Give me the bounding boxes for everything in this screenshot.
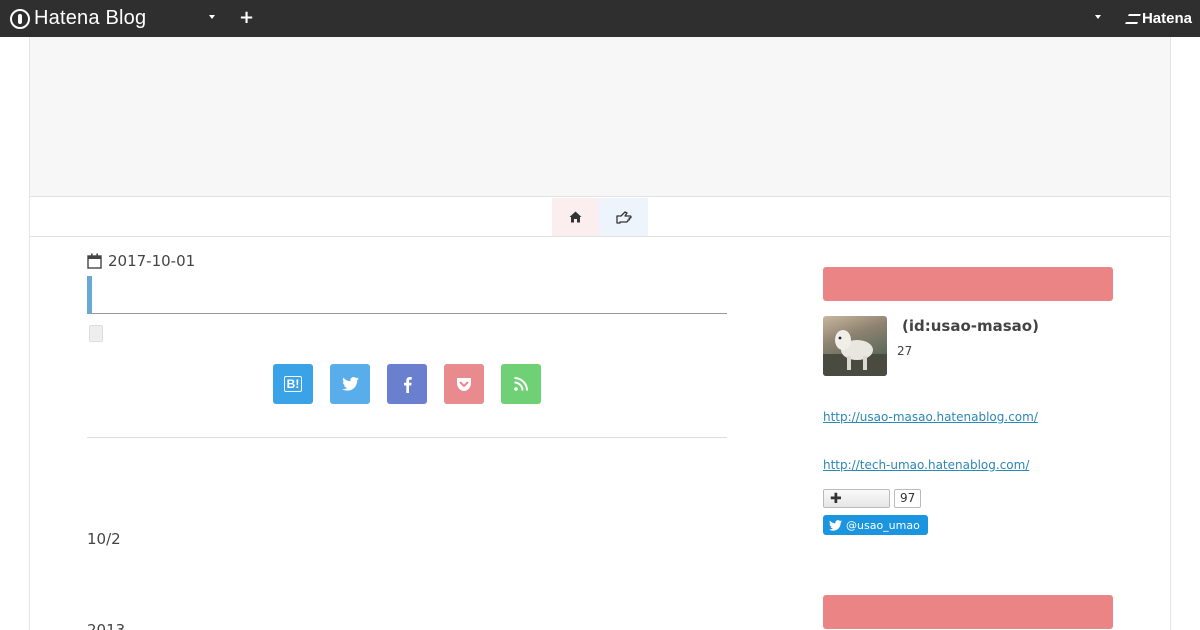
share-pocket-button[interactable] [444, 364, 484, 404]
twitter-icon [341, 377, 359, 391]
sidebar-profile-header [823, 267, 1113, 301]
hand-pointer-icon [615, 211, 632, 224]
sidebar-link-tech-umao[interactable]: http://tech-umao.hatenablog.com/ [823, 458, 1029, 472]
hatena-blog-logo[interactable]: Hatena Blog [10, 7, 146, 30]
entry-date[interactable]: 2017-10-01 [87, 252, 195, 270]
new-post-button[interactable]: + [239, 7, 254, 29]
share-buttons: B! [273, 364, 541, 404]
hatena-blog-logo-icon [10, 8, 30, 29]
blog-menu-dropdown-icon[interactable] [209, 15, 215, 19]
brand-name: Hatena Blog [34, 7, 147, 29]
entry-body-line: 2013 [87, 621, 126, 630]
hatena-mark-icon [1125, 13, 1141, 24]
plus-icon: ✚ [830, 490, 842, 507]
nav-pickup-button[interactable] [599, 198, 648, 236]
rss-icon [514, 377, 528, 391]
twitter-follow-button[interactable]: @usao_umao [823, 515, 928, 535]
entry-category-chip[interactable] [89, 325, 103, 342]
home-icon [569, 211, 582, 223]
blog-header [30, 37, 1170, 197]
sidebar-link-usao-masao[interactable]: http://usao-masao.hatenablog.com/ [823, 410, 1038, 424]
profile-count: 27 [897, 344, 913, 358]
avatar[interactable] [823, 316, 887, 376]
profile-id[interactable]: (id:usao-masao) [902, 317, 1039, 335]
share-facebook-button[interactable] [387, 364, 427, 404]
calendar-icon [87, 253, 102, 269]
subscribe-feed-button[interactable] [501, 364, 541, 404]
user-menu-dropdown-icon[interactable] [1095, 15, 1101, 19]
hatena-text: Hatena [1141, 10, 1192, 27]
twitter-icon [829, 519, 842, 531]
facebook-icon [403, 376, 412, 393]
hatena-link[interactable]: Hatena [1125, 10, 1192, 27]
follower-count: 97 [894, 489, 922, 508]
nav-home-button[interactable] [552, 198, 599, 236]
global-nav [30, 198, 1170, 237]
share-twitter-button[interactable] [330, 364, 370, 404]
pocket-icon [457, 377, 471, 391]
entry-body-line: 10/2 [87, 530, 121, 548]
top-bar: Hatena Blog + Hatena [0, 0, 1200, 37]
sidebar-section-header [823, 595, 1113, 629]
share-hatena-bookmark-button[interactable]: B! [273, 364, 313, 404]
entry-divider [87, 437, 727, 438]
hatena-bookmark-icon: B! [283, 376, 303, 392]
twitter-handle: @usao_umao [846, 518, 920, 532]
entry-date-text: 2017-10-01 [108, 252, 196, 270]
entry-title[interactable] [87, 276, 727, 314]
follow-button[interactable]: ✚ [823, 489, 890, 508]
avatar-photo [823, 330, 887, 376]
